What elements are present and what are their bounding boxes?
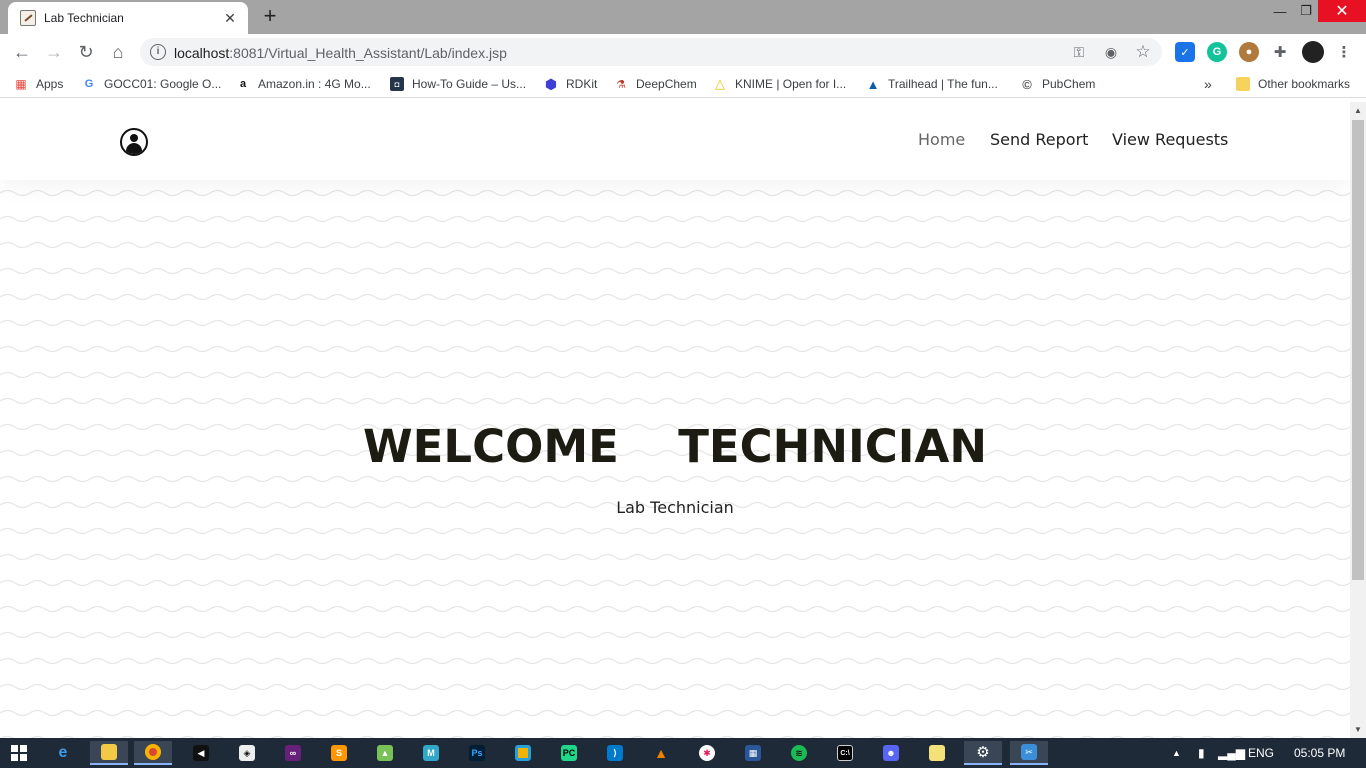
close-window-icon[interactable]: ✕ <box>1318 0 1366 22</box>
visual-studio-icon[interactable]: ∞ <box>274 741 312 765</box>
bookmarks-overflow-button[interactable]: » <box>1204 76 1212 92</box>
bookmark-item[interactable]: G GOCC01: Google O... <box>82 76 222 92</box>
tab-title: Lab Technician <box>44 11 124 25</box>
network-signal-icon[interactable]: ▂▄▆ <box>1218 746 1245 760</box>
browser-menu-icon[interactable]: ⋮ <box>1334 42 1354 62</box>
eye-icon[interactable]: ◉ <box>1102 43 1120 61</box>
site-info-icon[interactable]: i <box>150 44 166 60</box>
bookmark-item[interactable]: △ KNIME | Open for I... <box>713 76 846 92</box>
profile-avatar-icon[interactable] <box>1302 41 1324 63</box>
chrome-icon[interactable] <box>134 741 172 765</box>
command-prompt-icon[interactable]: C:\ <box>826 741 864 765</box>
marvin-app-icon[interactable]: M <box>412 741 450 765</box>
home-icon[interactable]: ⌂ <box>106 40 130 64</box>
apps-grid-icon: ▦ <box>15 77 27 91</box>
folder-icon <box>1236 77 1250 91</box>
grammarly-extension-icon[interactable]: G <box>1207 42 1227 62</box>
snipping-tool-icon[interactable]: ✂ <box>1010 741 1048 765</box>
new-tab-button[interactable]: + <box>258 5 282 29</box>
discord-icon[interactable]: ☻ <box>872 741 910 765</box>
nav-send-report-link[interactable]: Send Report <box>990 130 1088 149</box>
photoshop-icon[interactable]: Ps <box>458 741 496 765</box>
bookmark-item[interactable]: a Amazon.in : 4G Mo... <box>236 76 371 92</box>
scroll-up-icon[interactable]: ▲ <box>1354 106 1362 115</box>
back-arrow-icon[interactable]: ← <box>10 40 34 64</box>
input-language-indicator[interactable]: ENG <box>1248 746 1274 760</box>
scrollbar-thumb[interactable] <box>1352 120 1364 580</box>
page-favicon-icon <box>20 10 36 26</box>
google-icon: G <box>84 78 94 90</box>
spotify-icon[interactable]: ≋ <box>780 741 818 765</box>
page-viewport: Home Send Report View Requests WELCOME T… <box>0 102 1350 738</box>
battery-icon[interactable]: ▮ <box>1198 746 1205 760</box>
bookmark-item[interactable]: © PubChem <box>1020 76 1095 92</box>
browser-tab[interactable]: Lab Technician ✕ <box>8 2 248 34</box>
key-icon[interactable]: ⚿ <box>1070 43 1088 61</box>
other-bookmarks-folder[interactable]: Other bookmarks <box>1236 76 1350 92</box>
deepchem-icon: ⚗ <box>616 78 626 91</box>
file-explorer-icon[interactable] <box>90 741 128 765</box>
address-bar[interactable]: i localhost:8081/Virtual_Health_Assistan… <box>140 38 1162 66</box>
bookmark-item[interactable]: ⚗ DeepChem <box>614 76 697 92</box>
vlc-icon[interactable]: ▲ <box>642 741 680 765</box>
rdkit-icon: ⬢ <box>544 75 558 92</box>
calculator-app-icon[interactable]: ▦ <box>734 741 772 765</box>
browser-toolbar: ← → ↻ ⌂ i localhost:8081/Virtual_Health_… <box>0 34 1366 70</box>
trailhead-icon: ▲ <box>866 76 880 92</box>
browser-tab-strip: Lab Technician ✕ + — ❐ ✕ <box>0 0 1366 34</box>
hero-title: WELCOME TECHNICIAN <box>363 420 987 473</box>
clock-time[interactable]: 05:05 PM <box>1294 746 1345 760</box>
minimize-window-icon[interactable]: — <box>1266 0 1294 22</box>
reload-icon[interactable]: ↻ <box>74 40 98 64</box>
guide-icon: ◘ <box>390 77 404 91</box>
app-square-icon[interactable] <box>504 741 542 765</box>
bookmark-star-icon[interactable]: ☆ <box>1134 42 1152 61</box>
nav-view-requests-link[interactable]: View Requests <box>1112 130 1228 149</box>
user-logo-icon[interactable] <box>120 128 148 156</box>
knime-icon: △ <box>715 76 725 91</box>
site-header: Home Send Report View Requests <box>0 102 1350 180</box>
address-url[interactable]: localhost:8081/Virtual_Health_Assistant/… <box>174 45 507 61</box>
bookmark-item[interactable]: ⬢ RDKit <box>544 76 597 92</box>
slack-icon[interactable]: ✱ <box>688 741 726 765</box>
page-scrollbar[interactable]: ▲ ▼ <box>1350 102 1366 738</box>
amazon-icon: a <box>239 78 247 90</box>
scroll-down-icon[interactable]: ▼ <box>1354 725 1362 734</box>
notes-app-icon[interactable] <box>918 741 956 765</box>
forward-arrow-icon[interactable]: → <box>42 40 66 64</box>
pubchem-icon: © <box>1022 76 1032 92</box>
terminal-app-icon[interactable]: ◀ <box>182 741 220 765</box>
tray-overflow-icon[interactable]: ▲ <box>1172 748 1181 758</box>
extensions-puzzle-icon[interactable]: ✚ <box>1270 42 1290 62</box>
unity-icon[interactable]: ◈ <box>228 741 266 765</box>
nav-home-link[interactable]: Home <box>918 130 965 149</box>
shield-extension-icon[interactable]: ✓ <box>1175 42 1195 62</box>
bookmark-item[interactable]: ▲ Trailhead | The fun... <box>866 76 998 92</box>
windows-start-icon[interactable] <box>0 741 38 765</box>
settings-gear-icon[interactable]: ⚙ <box>964 741 1002 765</box>
hero-subtitle: Lab Technician <box>616 498 734 517</box>
android-studio-icon[interactable]: ▲ <box>366 741 404 765</box>
restore-window-icon[interactable]: ❐ <box>1292 0 1320 22</box>
windows-taskbar: e ◀ ◈ ∞ S ▲ M Ps PC ⟩ ▲ ✱ ▦ ≋ C:\ ☻ ⚙ ✂ … <box>0 738 1366 768</box>
bookmarks-bar: ▦ Apps G GOCC01: Google O... a Amazon.in… <box>0 70 1366 98</box>
close-tab-icon[interactable]: ✕ <box>222 10 238 27</box>
cookie-extension-icon[interactable]: ● <box>1239 42 1259 62</box>
pycharm-icon[interactable]: PC <box>550 741 588 765</box>
internet-explorer-icon[interactable]: e <box>44 741 82 765</box>
bookmark-item[interactable]: ◘ How-To Guide – Us... <box>390 76 526 92</box>
sublime-text-icon[interactable]: S <box>320 741 358 765</box>
bookmark-item[interactable]: ▦ Apps <box>14 76 63 92</box>
vscode-icon[interactable]: ⟩ <box>596 741 634 765</box>
